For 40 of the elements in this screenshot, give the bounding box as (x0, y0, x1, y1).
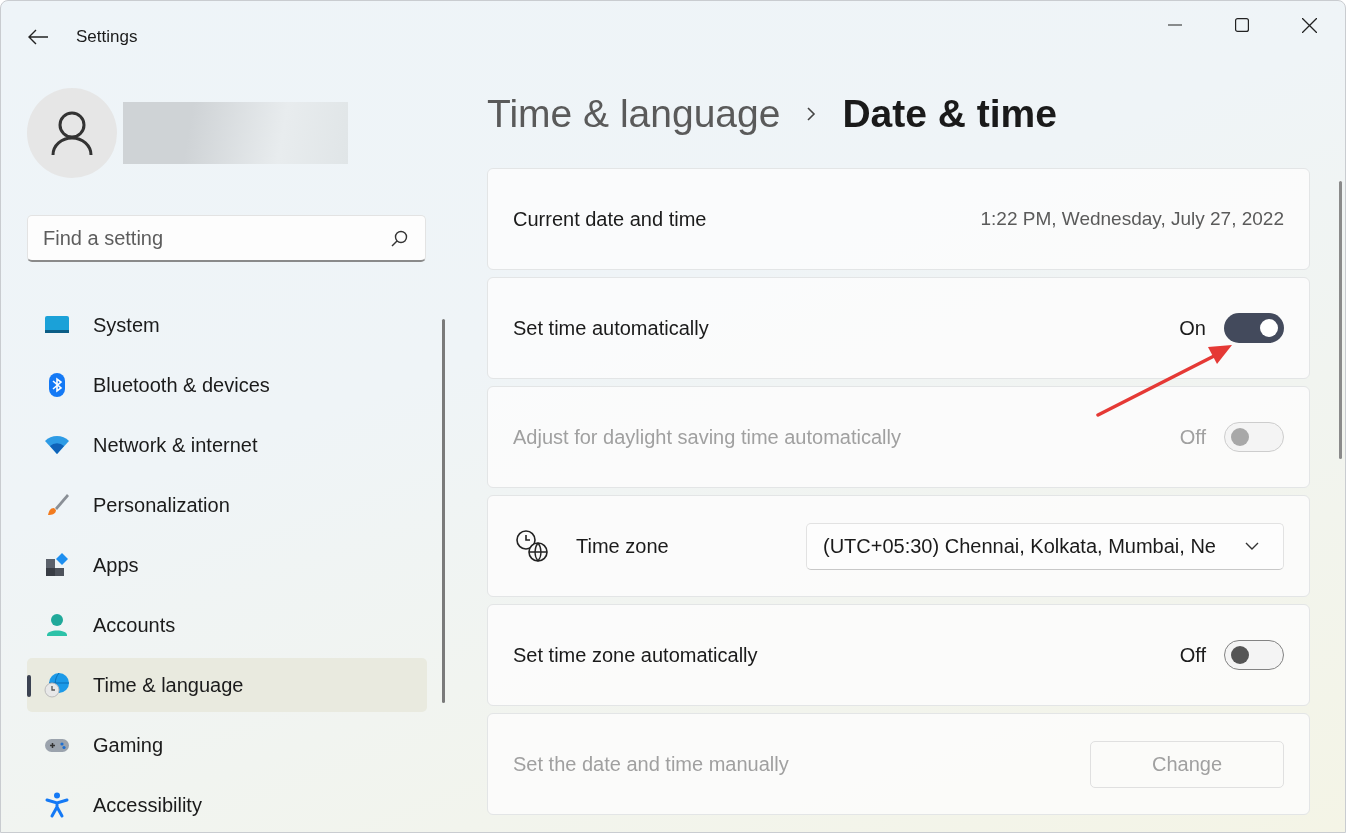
nav-item[interactable]: Accessibility (27, 778, 427, 832)
timezone-dropdown[interactable]: (UTC+05:30) Chennai, Kolkata, Mumbai, Ne (806, 522, 1284, 570)
setting-label: Adjust for daylight saving time automatically (513, 425, 901, 449)
nav-item[interactable]: Gaming (27, 718, 427, 772)
nav-item[interactable]: Accounts (27, 598, 427, 652)
setting-label: Set time automatically (513, 316, 709, 340)
scrollbar[interactable] (1339, 181, 1342, 459)
toggle-state-label: Off (1179, 425, 1206, 449)
nav-item[interactable]: Time & language (27, 658, 427, 712)
toggle-state-label: On (1179, 316, 1206, 340)
setting-value: 1:22 PM, Wednesday, July 27, 2022 (980, 208, 1284, 230)
setting-label: Time zone (576, 534, 669, 558)
nav-item[interactable]: Bluetooth & devices (27, 358, 427, 412)
chevron-down-icon (1245, 542, 1259, 550)
nav-item[interactable]: Apps (27, 538, 427, 592)
chevron-right-icon (806, 105, 817, 122)
page-title: Date & time (842, 91, 1057, 136)
selection-indicator (27, 675, 31, 697)
back-arrow-icon[interactable] (27, 29, 49, 45)
nav-item[interactable]: System (27, 298, 427, 352)
setting-label: Current date and time (513, 207, 707, 231)
close-icon[interactable] (1302, 17, 1317, 33)
search-icon (391, 230, 408, 247)
accessibility-icon (43, 791, 71, 819)
toggle-state-label: Off (1179, 643, 1206, 667)
search-field[interactable]: Find a setting (27, 215, 426, 262)
toggle-switch[interactable] (1224, 313, 1284, 343)
breadcrumb-parent[interactable]: Time & language (487, 91, 781, 136)
person-icon (51, 110, 93, 156)
nav-item[interactable]: Network & internet (27, 418, 427, 472)
globe-clock-icon (43, 671, 71, 699)
setting-label: Set the date and time manually (513, 752, 789, 776)
clock-globe-icon (515, 529, 549, 563)
scrollbar[interactable] (442, 319, 445, 703)
apps-icon (43, 551, 71, 579)
toggle-switch[interactable] (1224, 640, 1284, 670)
setting-label: Set time zone automatically (513, 643, 758, 667)
nav-item[interactable]: Personalization (27, 478, 427, 532)
maximize-icon[interactable] (1235, 18, 1249, 32)
window-title: Settings (76, 27, 138, 47)
